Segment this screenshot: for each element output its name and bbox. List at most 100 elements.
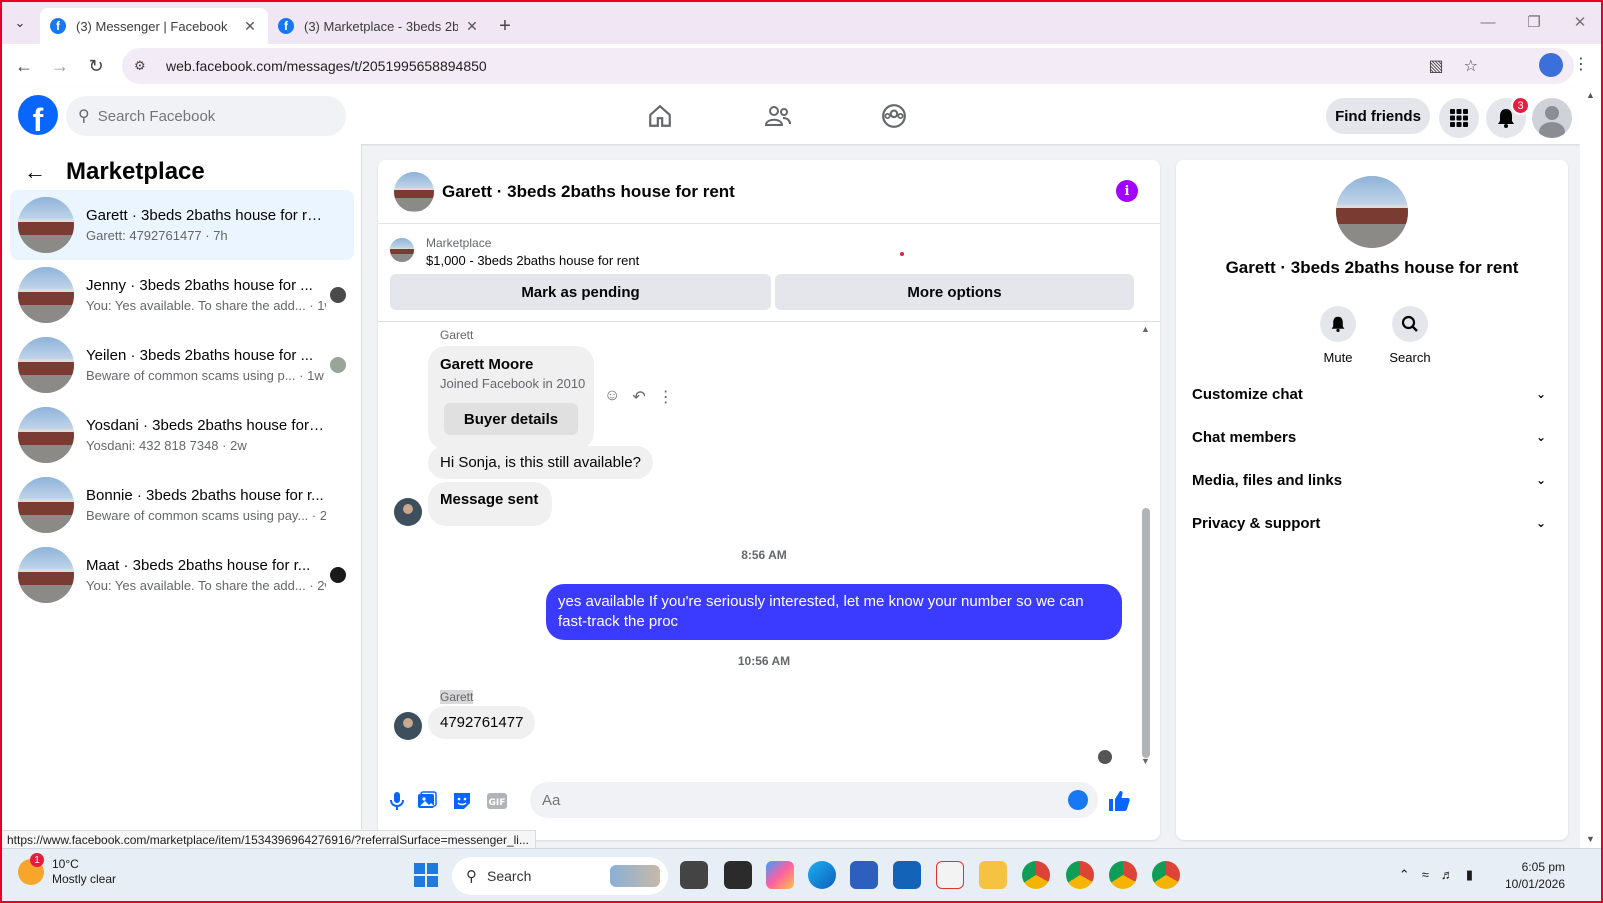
- close-tab-icon[interactable]: ✕: [464, 18, 480, 35]
- windows-start-icon[interactable]: [414, 863, 438, 887]
- thread-item[interactable]: Yosdani · 3beds 2baths house for r... Yo…: [10, 400, 354, 470]
- task-view-icon[interactable]: [680, 861, 708, 889]
- react-emoji-icon[interactable]: ☺: [604, 387, 620, 407]
- home-icon[interactable]: [640, 98, 680, 134]
- sender-avatar[interactable]: [394, 712, 422, 740]
- chrome-profile-1-icon[interactable]: [1022, 861, 1050, 889]
- media-files-links-section[interactable]: Media, files and links ⌄: [1192, 460, 1552, 500]
- mark-as-pending-button[interactable]: Mark as pending: [390, 274, 771, 310]
- sticky-notes-icon[interactable]: [724, 861, 752, 889]
- close-window-icon[interactable]: ✕: [1557, 6, 1603, 38]
- search-icon[interactable]: [1392, 306, 1428, 342]
- chat-thumbnail[interactable]: [394, 171, 434, 212]
- outlook-icon[interactable]: [893, 861, 921, 889]
- photo-icon[interactable]: [416, 790, 438, 812]
- browser-menu-icon[interactable]: ⋮: [1573, 54, 1589, 74]
- install-app-icon[interactable]: ▧: [1429, 56, 1444, 76]
- chat-members-section[interactable]: Chat members ⌄: [1192, 417, 1552, 457]
- scroll-up-arrow-icon[interactable]: ▲: [1586, 90, 1595, 100]
- scroll-thumb[interactable]: [1142, 508, 1150, 758]
- back-icon[interactable]: ←: [6, 48, 42, 84]
- snipping-tool-icon[interactable]: [936, 861, 964, 889]
- scroll-down-arrow-icon[interactable]: ▼: [1141, 756, 1150, 766]
- system-clock[interactable]: 6:05 pm 10/01/2026: [1505, 859, 1565, 893]
- browser-profile-icon[interactable]: [1539, 53, 1563, 77]
- microphone-icon[interactable]: [386, 790, 408, 812]
- sticker-icon[interactable]: [451, 790, 473, 812]
- thread-item[interactable]: Maat · 3beds 2baths house for r... You: …: [10, 540, 354, 610]
- forward-icon[interactable]: →: [42, 48, 78, 84]
- weather-widget[interactable]: 1 10°C Mostly clear: [18, 853, 116, 887]
- friends-icon[interactable]: [758, 98, 798, 134]
- gif-icon[interactable]: GIF: [486, 790, 508, 812]
- menu-grid-icon[interactable]: [1439, 98, 1479, 138]
- more-actions-icon[interactable]: ⋮: [658, 387, 674, 407]
- thread-item[interactable]: Yeilen · 3beds 2baths house for ... Bewa…: [10, 330, 354, 400]
- chevron-up-icon[interactable]: ⌃: [1399, 867, 1410, 883]
- search-icon: ⚲: [466, 868, 477, 885]
- thumbs-up-icon[interactable]: [1106, 788, 1132, 814]
- volume-icon[interactable]: ♬: [1441, 867, 1454, 883]
- page-scrollbar[interactable]: ▲ ▼: [1580, 88, 1603, 848]
- sender-avatar[interactable]: [394, 498, 422, 526]
- site-info-icon[interactable]: ⚙: [134, 58, 152, 74]
- search-action[interactable]: Search: [1380, 306, 1440, 365]
- chat-title[interactable]: Garett · 3beds 2baths house for rent: [442, 182, 735, 202]
- message-list[interactable]: Garett Garett Moore Joined Facebook in 2…: [378, 322, 1160, 770]
- customize-chat-section[interactable]: Customize chat ⌄: [1192, 374, 1552, 414]
- message-input[interactable]: [542, 791, 1042, 809]
- chrome-profile-2-icon[interactable]: [1066, 861, 1094, 889]
- store-icon[interactable]: [850, 861, 878, 889]
- message-input-box[interactable]: [530, 782, 1098, 818]
- tab-search-dropdown[interactable]: ⌄: [0, 2, 40, 44]
- info-icon[interactable]: i: [1116, 180, 1138, 202]
- address-bar[interactable]: ⚙ web.facebook.com/messages/t/2051995658…: [122, 48, 1574, 84]
- buyer-details-button[interactable]: Buyer details: [444, 403, 578, 435]
- restore-icon[interactable]: ❐: [1511, 6, 1557, 38]
- listing-thumbnail: [18, 197, 74, 253]
- message-scrollbar[interactable]: ▲ ▼: [1141, 324, 1150, 766]
- edge-icon[interactable]: [808, 861, 836, 889]
- thread-item[interactable]: Garett · 3beds 2baths house for rent Gar…: [10, 190, 354, 260]
- thread-preview: Yosdani: 432 818 7348 · 2w: [86, 438, 247, 453]
- mute-action[interactable]: Mute: [1308, 306, 1368, 365]
- bell-icon[interactable]: [1320, 306, 1356, 342]
- scroll-up-arrow-icon[interactable]: ▲: [1141, 324, 1150, 334]
- search-input[interactable]: [97, 107, 318, 125]
- facebook-search[interactable]: ⚲: [66, 96, 346, 136]
- emoji-icon[interactable]: [1068, 790, 1088, 810]
- thread-item[interactable]: Jenny · 3beds 2baths house for ... You: …: [10, 260, 354, 330]
- copilot-icon[interactable]: [766, 861, 794, 889]
- privacy-support-section[interactable]: Privacy & support ⌄: [1192, 503, 1552, 543]
- reply-icon[interactable]: ↶: [632, 387, 645, 407]
- profile-thumbnail[interactable]: [1336, 176, 1408, 248]
- notifications-bell-icon[interactable]: 3: [1486, 96, 1530, 138]
- tab-messenger[interactable]: f (3) Messenger | Facebook ✕: [40, 8, 268, 44]
- more-options-button[interactable]: More options: [775, 274, 1134, 310]
- thread-name: Yosdani · 3beds 2baths house for r...: [86, 417, 326, 434]
- new-tab-button[interactable]: +: [490, 8, 520, 44]
- thread-item[interactable]: Bonnie · 3beds 2baths house for r... Bew…: [10, 470, 354, 540]
- back-arrow-icon[interactable]: ←: [24, 159, 46, 185]
- wifi-icon[interactable]: ≈: [1422, 867, 1429, 883]
- listing-price[interactable]: $1,000 - 3beds 2baths house for rent: [426, 253, 639, 268]
- groups-icon[interactable]: [874, 98, 914, 134]
- minimize-icon[interactable]: —: [1465, 6, 1511, 38]
- taskbar-search[interactable]: ⚲ Search: [452, 857, 668, 895]
- marketplace-thread-list: ← Marketplace Garett · 3beds 2baths hous…: [0, 144, 362, 848]
- thread-name: Yeilen · 3beds 2baths house for ...: [86, 347, 314, 364]
- close-tab-icon[interactable]: ✕: [242, 18, 258, 35]
- find-friends-button[interactable]: Find friends: [1326, 98, 1430, 134]
- tab-marketplace[interactable]: f (3) Marketplace - 3beds 2baths ✕: [268, 8, 490, 44]
- reload-icon[interactable]: ↻: [78, 48, 114, 84]
- scroll-down-arrow-icon[interactable]: ▼: [1586, 834, 1595, 844]
- chrome-profile-4-icon[interactable]: [1152, 861, 1180, 889]
- account-avatar[interactable]: [1532, 98, 1572, 138]
- file-explorer-icon[interactable]: [979, 861, 1007, 889]
- bookmark-star-icon[interactable]: ☆: [1464, 56, 1478, 76]
- tab-title: (3) Marketplace - 3beds 2baths: [304, 18, 458, 34]
- facebook-logo-icon[interactable]: f: [18, 95, 58, 135]
- chrome-profile-3-icon[interactable]: [1109, 861, 1137, 889]
- battery-icon[interactable]: ▮: [1466, 867, 1473, 883]
- listing-thumbnail[interactable]: [390, 238, 414, 262]
